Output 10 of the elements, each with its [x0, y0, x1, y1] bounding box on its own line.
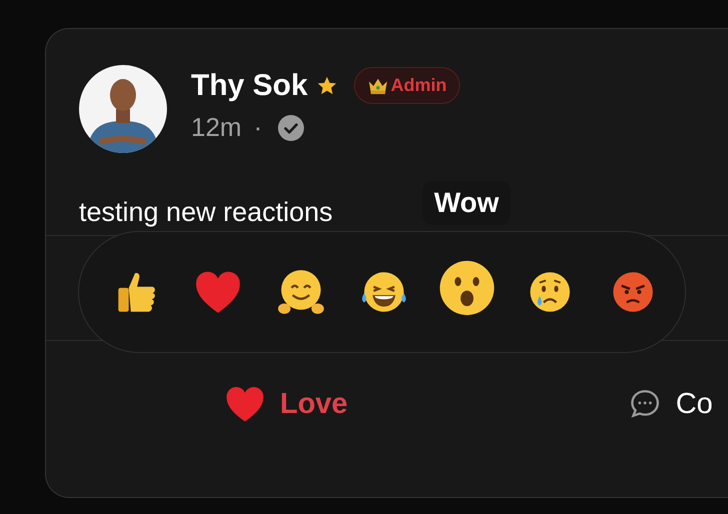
post-text: testing new reactions — [79, 197, 333, 227]
reaction-button[interactable]: Love — [224, 383, 348, 425]
crown-icon — [366, 76, 389, 94]
author-name[interactable]: Thy Sok — [191, 68, 308, 102]
post-time: 12m — [191, 112, 242, 143]
admin-badge: Admin — [354, 67, 460, 104]
care-reaction-icon[interactable] — [276, 267, 326, 317]
separator: · — [254, 112, 262, 143]
reaction-tooltip: Wow — [422, 181, 511, 225]
comment-button[interactable]: Co — [628, 387, 713, 421]
